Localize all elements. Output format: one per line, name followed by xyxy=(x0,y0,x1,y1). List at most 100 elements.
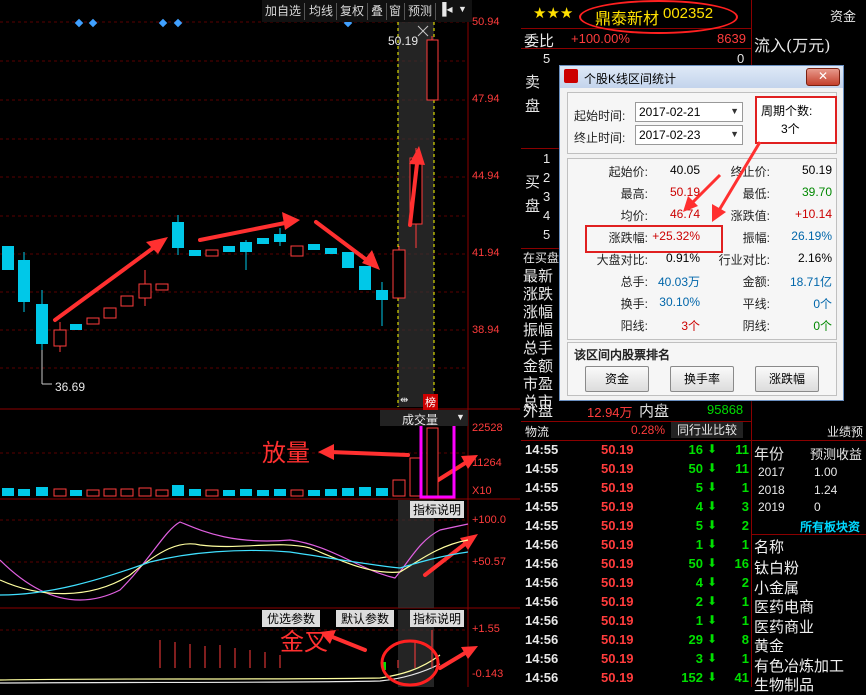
expand-icon[interactable]: ▐◂ xyxy=(438,2,453,16)
stat-label: 最高: xyxy=(620,187,648,201)
chart-toolbar: 加自选 均线 复权 叠 窗 预测 ▐◂ ▼ xyxy=(262,0,472,22)
adjust-button[interactable]: 复权 xyxy=(337,3,369,20)
indicator-help-button-2[interactable]: 指标说明 xyxy=(410,610,465,627)
window-button[interactable]: 窗 xyxy=(386,3,406,20)
industry-compare-tab[interactable]: 同行业比较 xyxy=(671,422,743,438)
stat-value: 40.03万 xyxy=(657,275,700,289)
range-badge[interactable]: 榜 xyxy=(423,394,438,410)
down-arrow-icon: ⬇ xyxy=(707,518,718,532)
rank-funds-button[interactable]: 资金 xyxy=(585,366,649,392)
down-arrow-icon: ⬇ xyxy=(707,442,718,456)
stat-value: 3个 xyxy=(681,319,700,333)
table-row: 14:56 50.19 4 ⬇ 2 xyxy=(525,575,749,590)
rank-turnover-button[interactable]: 换手率 xyxy=(670,366,734,392)
indicator-tick: +100.0 xyxy=(472,514,506,526)
dropdown-icon[interactable]: ▼ xyxy=(458,4,467,14)
stat-label: 金额: xyxy=(742,275,770,289)
stat-value: 50.19 xyxy=(801,163,832,177)
range-handle-icon[interactable]: ⇹ xyxy=(400,395,408,406)
stat-label: 涨跌值: xyxy=(730,209,770,223)
volume-bars xyxy=(2,427,439,497)
candles xyxy=(2,36,439,352)
table-row: 14:56 50.19 3 ⬇ 1 xyxy=(525,651,749,666)
stat-label: 阳线: xyxy=(620,319,648,333)
price-tick: 47.94 xyxy=(472,93,500,105)
list-item[interactable]: 医药电商 xyxy=(754,596,814,617)
stat-label: 大盘对比: xyxy=(596,253,648,267)
sell-label: 卖盘 xyxy=(525,74,541,115)
app-icon xyxy=(564,69,578,83)
end-date-select[interactable]: 2017-02-23 ▼ xyxy=(635,125,743,145)
stat-label: 阴线: xyxy=(742,319,770,333)
chevron-down-icon: ▼ xyxy=(730,129,739,139)
ma-button[interactable]: 均线 xyxy=(306,3,338,20)
stat-value: 40.05 xyxy=(669,163,700,177)
chevron-down-icon: ▼ xyxy=(456,412,465,422)
volume-note: 放量 xyxy=(262,439,310,467)
stat-value: 18.71亿 xyxy=(789,275,832,289)
close-button[interactable]: ✕ xyxy=(806,68,840,86)
rank-change-button[interactable]: 涨跌幅 xyxy=(755,366,819,392)
down-arrow-icon: ⬇ xyxy=(707,613,718,627)
price-tick: 41.94 xyxy=(472,247,500,259)
stat-label: 振幅: xyxy=(742,231,770,245)
down-arrow-icon: ⬇ xyxy=(707,499,718,513)
stat-value: 46.74 xyxy=(669,207,700,221)
volume-tick: X10 xyxy=(472,485,492,497)
list-item[interactable]: 钛白粉 xyxy=(754,557,799,578)
high-label: 50.19 xyxy=(388,34,419,48)
down-arrow-icon: ⬇ xyxy=(707,461,718,475)
forecast-title: 业绩预 xyxy=(827,425,864,439)
list-item[interactable]: 生物制品 xyxy=(754,674,814,695)
overlay-button[interactable]: 叠 xyxy=(368,3,388,20)
table-row: 14:55 50.19 5 ⬇ 2 xyxy=(525,518,749,533)
stat-value: 0.91% xyxy=(665,251,700,265)
price-tick: 38.94 xyxy=(472,324,500,336)
stat-label: 最低: xyxy=(742,187,770,201)
flow-label: 流入(万元) xyxy=(754,36,831,55)
funds-tab[interactable]: 资金 xyxy=(830,6,856,25)
stat-value: 30.10% xyxy=(659,295,700,309)
down-arrow-icon: ⬇ xyxy=(707,651,718,665)
list-item[interactable]: 小金属 xyxy=(754,577,799,598)
start-date-select[interactable]: 2017-02-21 ▼ xyxy=(635,102,743,122)
dialog-titlebar[interactable]: 个股K线区间统计 ✕ xyxy=(560,66,843,88)
stat-label: 起始价: xyxy=(608,165,648,179)
down-arrow-icon: ⬇ xyxy=(707,480,718,494)
rating-stars: ★★★ xyxy=(533,5,574,22)
indicator-tick: +50.57 xyxy=(472,556,506,568)
sectors-title[interactable]: 所有板块资 xyxy=(800,518,860,535)
stat-label: 换手: xyxy=(620,297,648,311)
default-params-button[interactable]: 默认参数 xyxy=(336,610,395,627)
stat-label: 平线: xyxy=(742,297,770,311)
stat-label: 行业对比: xyxy=(718,253,770,267)
volume-tick: 22528 xyxy=(472,422,503,434)
stat-value: 50.19 xyxy=(669,185,700,199)
list-item[interactable]: 医药商业 xyxy=(754,616,814,637)
stat-value: 39.70 xyxy=(801,185,832,199)
stat-label: 均价: xyxy=(620,209,648,223)
indicator-help-button[interactable]: 指标说明 xyxy=(410,501,465,518)
down-arrow-icon: ⬇ xyxy=(707,632,718,646)
stat-label: 总手: xyxy=(620,275,648,289)
add-watchlist-button[interactable]: 加自选 xyxy=(262,3,306,20)
low-label: 36.69 xyxy=(55,380,86,394)
kline-range-dialog[interactable]: 个股K线区间统计 ✕ 起始时间: 2017-02-21 ▼ 终止时间: 2017… xyxy=(559,65,844,401)
indicator2-tick: +1.55 xyxy=(472,623,500,635)
kline-svg xyxy=(0,0,520,687)
indicator2-tick: -0.143 xyxy=(472,668,504,680)
price-tick: 50.94 xyxy=(472,16,500,28)
tick-list[interactable]: 14:55 50.19 16 ⬇ 11 14:55 50.19 50 ⬇ 11 14:55 50.19… xyxy=(521,440,751,687)
stat-value: +10.14 xyxy=(794,207,832,221)
sector-list[interactable]: 钛白粉 小金属 医药电商 医药商业 黄金 有色冶炼加工 生物制品 xyxy=(752,557,866,694)
stat-value: 0个 xyxy=(813,297,832,311)
stat-value: 0个 xyxy=(813,319,832,333)
stat-value: 26.19% xyxy=(791,229,832,243)
kline-chart[interactable]: 加自选 均线 复权 叠 窗 预测 ▐◂ ▼ 50.94 47.94 44.94 … xyxy=(0,0,520,687)
forecast-button[interactable]: 预测 xyxy=(405,3,437,20)
down-arrow-icon: ⬇ xyxy=(707,670,718,684)
list-item[interactable]: 有色冶炼加工 xyxy=(754,655,844,676)
volume-panel-label[interactable]: 成交量 ▼ xyxy=(380,410,468,427)
list-item[interactable]: 黄金 xyxy=(754,635,784,656)
table-row: 14:56 50.19 1 ⬇ 1 xyxy=(525,537,749,552)
